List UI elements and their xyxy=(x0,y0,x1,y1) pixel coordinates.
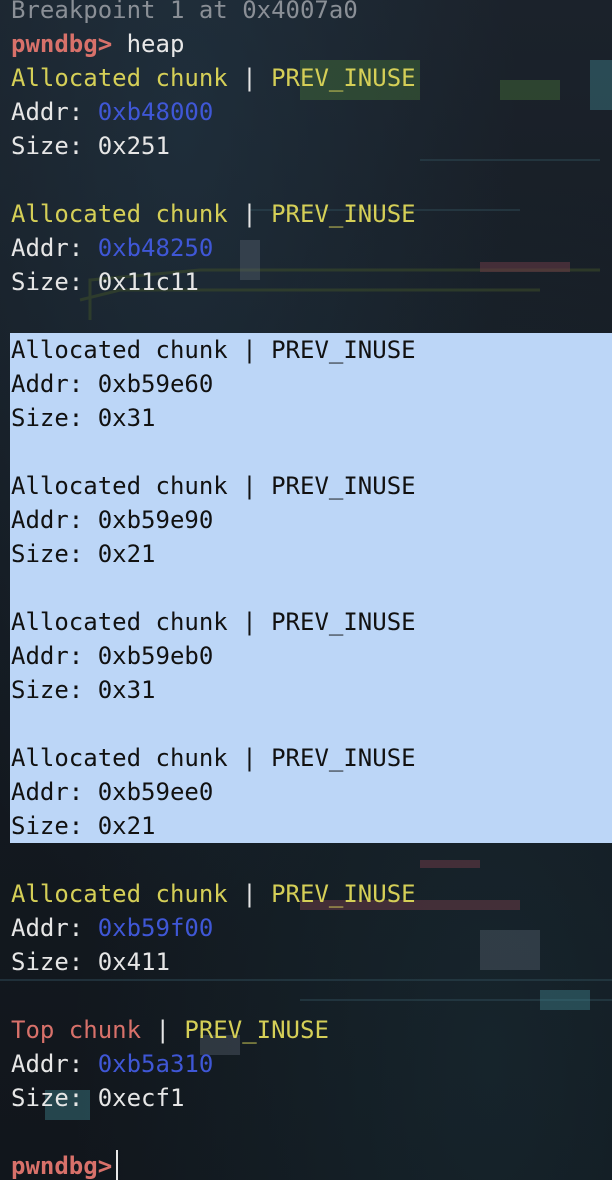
chunk-addr-line[interactable]: Addr: 0xb59e90 xyxy=(0,503,612,537)
separator: | xyxy=(155,1016,170,1044)
chunk-size: 0x21 xyxy=(97,540,156,568)
chunk-type: Allocated chunk xyxy=(11,744,228,772)
chunk-size: 0x31 xyxy=(97,676,156,704)
size-label: Size: xyxy=(11,812,84,840)
command-line: pwndbg> heap xyxy=(0,27,612,61)
chunk-flag: PREV_INUSE xyxy=(271,744,416,772)
chunk-addr-line: Addr: 0xb5a310 xyxy=(0,1047,612,1081)
chunk-addr-line: Addr: 0xb48250 xyxy=(0,231,612,265)
separator: | xyxy=(242,608,257,636)
chunk-address: 0xb59e60 xyxy=(97,370,214,398)
terminal-output: Breakpoint 1 at 0x4007a0 pwndbg> heap Al… xyxy=(0,0,612,1180)
chunk-size: 0x411 xyxy=(97,948,170,976)
chunk-type: Allocated chunk xyxy=(11,64,228,92)
chunk-flag: PREV_INUSE xyxy=(271,608,416,636)
chunk-addr-line: Addr: 0xb48000 xyxy=(0,95,612,129)
top-chunk-header: Top chunk | PREV_INUSE xyxy=(0,1013,612,1047)
breakpoint-line: Breakpoint 1 at 0x4007a0 xyxy=(11,0,358,24)
addr-label: Addr: xyxy=(11,506,84,534)
size-label: Size: xyxy=(11,676,84,704)
chunk-type: Allocated chunk xyxy=(11,608,228,636)
prompt: pwndbg> xyxy=(11,1152,113,1180)
chunk-type: Allocated chunk xyxy=(11,200,228,228)
chunk-flag: PREV_INUSE xyxy=(271,64,416,92)
chunk-header[interactable]: Allocated chunk | PREV_INUSE xyxy=(0,333,612,367)
chunk-size: 0x31 xyxy=(97,404,156,432)
separator: | xyxy=(242,336,257,364)
addr-label: Addr: xyxy=(11,642,84,670)
chunk-size: 0x11c11 xyxy=(97,268,199,296)
chunk-addr-line: Addr: 0xb59f00 xyxy=(0,911,612,945)
chunk-size-line[interactable]: Size: 0x31 xyxy=(0,673,612,707)
chunk-type: Allocated chunk xyxy=(11,336,228,364)
chunk-header: Allocated chunk | PREV_INUSE xyxy=(0,877,612,911)
addr-label: Addr: xyxy=(11,1050,84,1078)
chunk-flag: PREV_INUSE xyxy=(184,1016,329,1044)
chunk-header[interactable]: Allocated chunk | PREV_INUSE xyxy=(0,741,612,775)
chunk-address: 0xb59eb0 xyxy=(97,642,214,670)
separator: | xyxy=(242,880,257,908)
chunk-addr-line[interactable]: Addr: 0xb59e60 xyxy=(0,367,612,401)
chunk-address: 0xb59ee0 xyxy=(97,778,214,806)
chunk-size-line[interactable]: Size: 0x31 xyxy=(0,401,612,435)
addr-label: Addr: xyxy=(11,778,84,806)
chunk-size: 0x251 xyxy=(97,132,170,160)
chunk-flag: PREV_INUSE xyxy=(271,200,416,228)
chunk-address: 0xb48250 xyxy=(97,234,214,262)
chunk-addr-line[interactable]: Addr: 0xb59eb0 xyxy=(0,639,612,673)
prompt: pwndbg> xyxy=(11,30,113,58)
separator: | xyxy=(242,472,257,500)
chunk-size-line: Size: 0xecf1 xyxy=(0,1081,612,1115)
chunk-header[interactable]: Allocated chunk | PREV_INUSE xyxy=(0,469,612,503)
chunk-type: Top chunk xyxy=(11,1016,142,1044)
chunk-type: Allocated chunk xyxy=(11,880,228,908)
addr-label: Addr: xyxy=(11,98,84,126)
size-label: Size: xyxy=(11,268,84,296)
chunk-header[interactable]: Allocated chunk | PREV_INUSE xyxy=(0,605,612,639)
separator: | xyxy=(242,64,257,92)
chunk-header: Allocated chunk | PREV_INUSE xyxy=(0,197,612,231)
chunk-size-line[interactable]: Size: 0x21 xyxy=(0,809,612,843)
selection-region[interactable]: Allocated chunk | PREV_INUSE Addr: 0xb59… xyxy=(0,333,612,843)
size-label: Size: xyxy=(11,948,84,976)
chunk-addr-line[interactable]: Addr: 0xb59ee0 xyxy=(0,775,612,809)
separator: | xyxy=(242,744,257,772)
chunk-address: 0xb5a310 xyxy=(97,1050,214,1078)
chunk-size: 0xecf1 xyxy=(97,1084,185,1112)
size-label: Size: xyxy=(11,404,84,432)
chunk-size-line: Size: 0x251 xyxy=(0,129,612,163)
command-text: heap xyxy=(126,30,185,58)
chunk-address: 0xb59e90 xyxy=(97,506,214,534)
addr-label: Addr: xyxy=(11,234,84,262)
addr-label: Addr: xyxy=(11,914,84,942)
chunk-size-line[interactable]: Size: 0x21 xyxy=(0,537,612,571)
addr-label: Addr: xyxy=(11,370,84,398)
chunk-address: 0xb59f00 xyxy=(97,914,214,942)
chunk-header: Allocated chunk | PREV_INUSE xyxy=(0,61,612,95)
size-label: Size: xyxy=(11,1084,84,1112)
chunk-flag: PREV_INUSE xyxy=(271,336,416,364)
chunk-size: 0x21 xyxy=(97,812,156,840)
chunk-flag: PREV_INUSE xyxy=(271,472,416,500)
size-label: Size: xyxy=(11,132,84,160)
chunk-size-line: Size: 0x411 xyxy=(0,945,612,979)
chunk-type: Allocated chunk xyxy=(11,472,228,500)
input-prompt-line[interactable]: pwndbg> xyxy=(0,1149,612,1180)
separator: | xyxy=(242,200,257,228)
size-label: Size: xyxy=(11,540,84,568)
text-cursor[interactable] xyxy=(116,1150,119,1180)
chunk-flag: PREV_INUSE xyxy=(271,880,416,908)
chunk-address: 0xb48000 xyxy=(97,98,214,126)
chunk-size-line: Size: 0x11c11 xyxy=(0,265,612,299)
